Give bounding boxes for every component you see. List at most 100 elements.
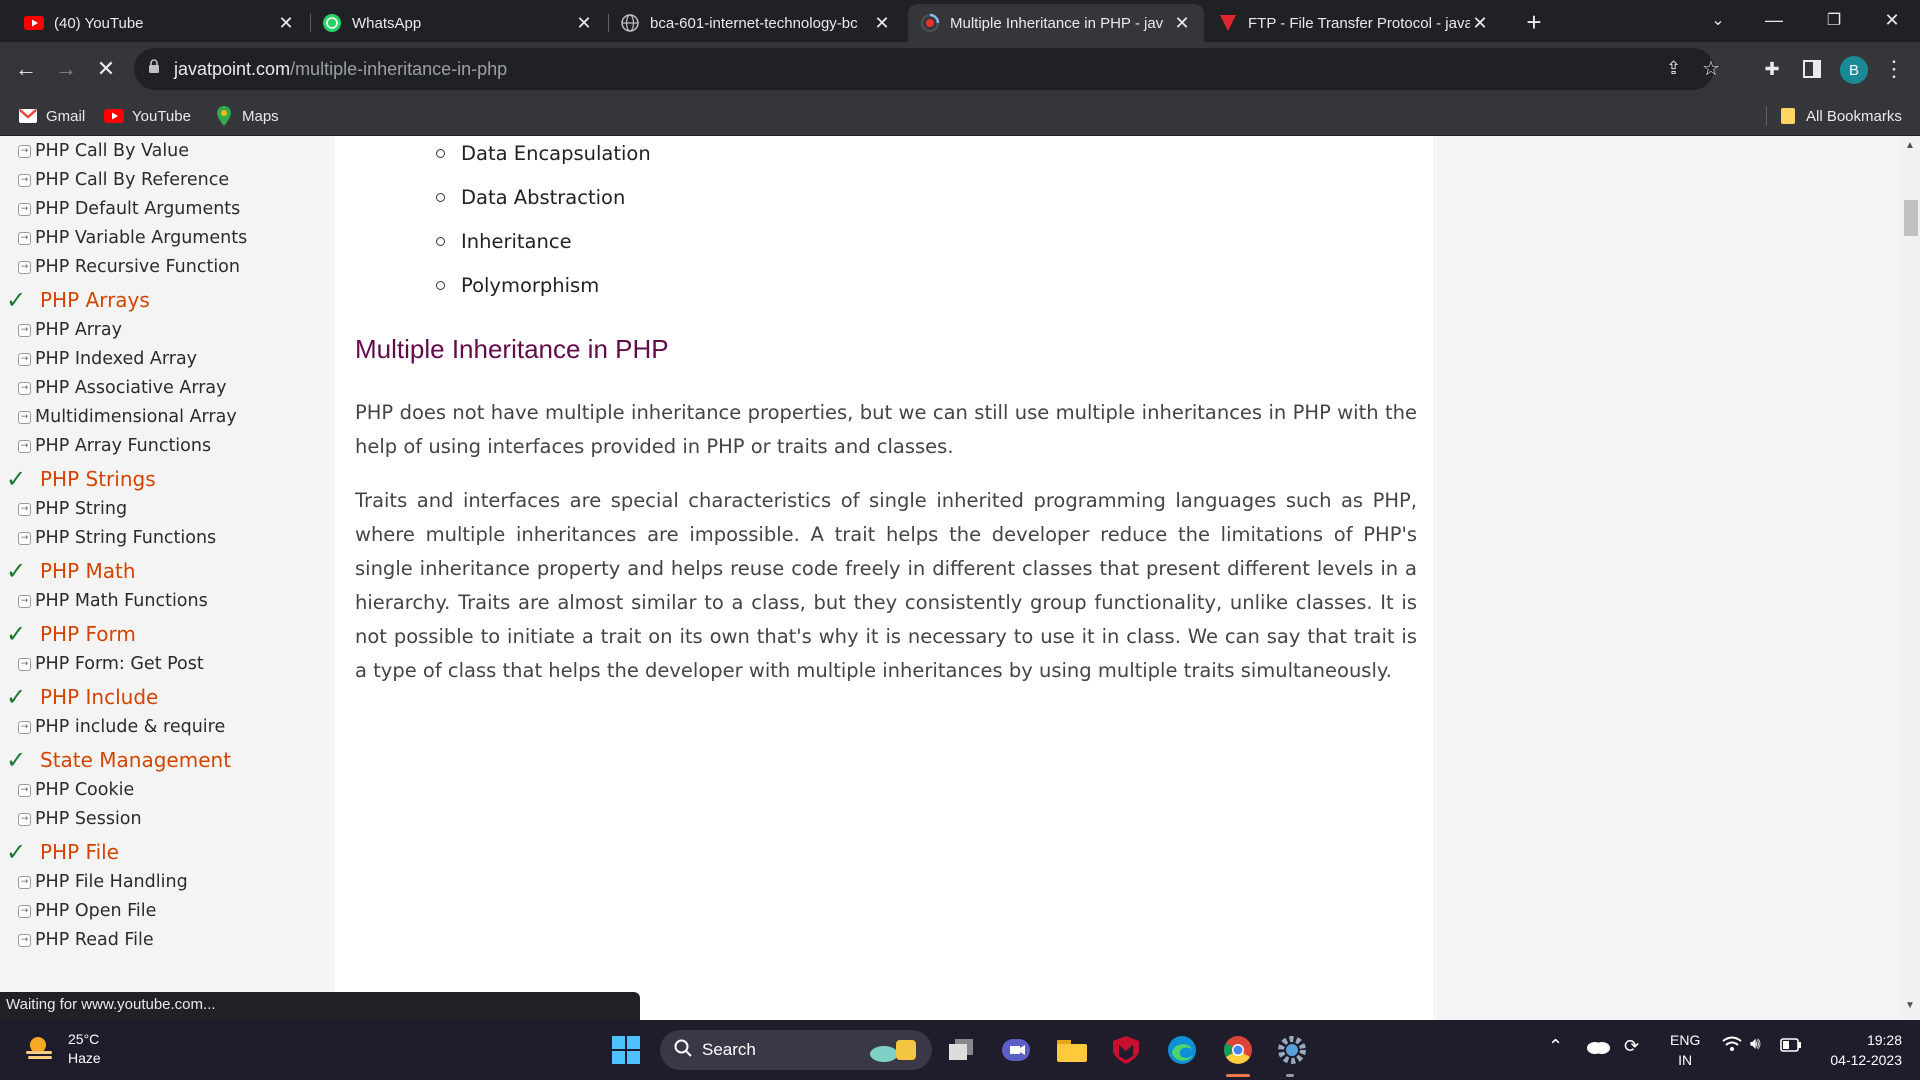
language-indicator[interactable]: ENG IN [1670, 1030, 1700, 1070]
battery-icon[interactable] [1780, 1038, 1802, 1055]
share-icon[interactable]: ⇪ [1666, 58, 1681, 79]
bookmark-maps[interactable]: Maps [214, 104, 279, 128]
forward-button[interactable]: → [48, 51, 84, 87]
weather-widget[interactable]: 25°C Haze [22, 1030, 101, 1068]
scrollbar-thumb[interactable] [1904, 200, 1918, 236]
edge-icon[interactable] [1164, 1032, 1200, 1068]
close-tab-icon[interactable]: ✕ [1172, 13, 1192, 34]
sidebar-item[interactable]: → PHP Cookie [18, 777, 134, 803]
close-tab-icon[interactable]: ✕ [574, 13, 594, 34]
sidebar-item[interactable]: → PHP String Functions [18, 525, 216, 551]
sidebar-section-heading[interactable]: ✓ PHP Math [6, 556, 136, 586]
mcafee-icon[interactable] [1108, 1032, 1144, 1068]
sidebar-section-heading[interactable]: ✓ PHP Arrays [6, 285, 150, 315]
back-button[interactable]: ← [8, 51, 44, 87]
profile-avatar[interactable]: B [1840, 56, 1868, 84]
maps-pin-icon [214, 106, 234, 126]
side-panel-icon[interactable] [1794, 51, 1830, 87]
scroll-down-arrow[interactable]: ▼ [1904, 1000, 1916, 1011]
all-bookmarks-label: All Bookmarks [1806, 107, 1902, 125]
bookmark-label: Maps [242, 107, 279, 125]
sidebar-item[interactable]: → PHP Default Arguments [18, 196, 240, 222]
arrow-bullet-icon: → [18, 202, 31, 216]
sidebar-section-heading[interactable]: ✓ State Management [6, 745, 231, 775]
sidebar-section-heading[interactable]: ✓ PHP File [6, 837, 119, 867]
volume-icon[interactable]: 🔊︎ [1750, 1034, 1761, 1054]
sidebar-heading-label: State Management [40, 748, 232, 772]
stop-loading-button[interactable]: ✕ [88, 51, 124, 87]
sidebar-item[interactable]: → PHP Array [18, 317, 122, 343]
sidebar-section-heading[interactable]: ✓ PHP Include [6, 682, 158, 712]
minimize-button[interactable]: — [1746, 0, 1802, 40]
extensions-icon[interactable]: ✚ [1754, 51, 1790, 87]
sidebar-item[interactable]: → PHP Math Functions [18, 588, 208, 614]
gmail-icon [18, 106, 38, 126]
sidebar-item[interactable]: → PHP Array Functions [18, 433, 211, 459]
sidebar-item[interactable]: → PHP Session [18, 806, 142, 832]
sidebar-item[interactable]: → PHP Read File [18, 927, 154, 953]
menu-kebab-icon[interactable]: ⋮ [1876, 51, 1912, 87]
sidebar-item-label: PHP String Functions [35, 528, 217, 548]
bookmark-star-icon[interactable]: ☆ [1702, 56, 1720, 81]
list-item: Polymorphism [436, 274, 599, 297]
close-tab-icon[interactable]: ✕ [872, 13, 892, 34]
wifi-icon[interactable] [1722, 1036, 1742, 1055]
address-bar[interactable]: javatpoint.com/multiple-inheritance-in-p… [134, 48, 1720, 90]
teams-chat-icon[interactable] [998, 1032, 1034, 1068]
sidebar-item[interactable]: → PHP File Handling [18, 869, 188, 895]
sidebar-item[interactable]: → PHP Associative Array [18, 375, 227, 401]
bookmarks-divider [1766, 106, 1767, 126]
new-tab-button[interactable]: + [1520, 8, 1548, 36]
arrow-bullet-icon: → [18, 231, 31, 245]
sidebar-item-label: PHP File Handling [35, 872, 188, 892]
system-clock[interactable]: 19:28 04-12-2023 [1820, 1030, 1902, 1070]
sidebar-item[interactable]: → Multidimensional Array [18, 404, 237, 430]
tab-whatsapp[interactable]: WhatsApp ✕ [310, 4, 606, 42]
onedrive-cloud-icon[interactable] [1586, 1038, 1610, 1057]
bookmark-youtube[interactable]: YouTube [104, 104, 191, 128]
close-tab-icon[interactable]: ✕ [276, 13, 296, 34]
search-label: Search [702, 1040, 756, 1059]
tab-multiple-inheritance[interactable]: Multiple Inheritance in PHP - jav ✕ [908, 4, 1204, 42]
lock-icon[interactable] [148, 59, 160, 79]
globe-icon [620, 13, 640, 33]
taskbar-search[interactable]: Search [660, 1030, 932, 1070]
settings-open-indicator [1286, 1074, 1294, 1077]
sidebar-section-heading[interactable]: ✓ PHP Strings [6, 464, 156, 494]
close-window-button[interactable]: ✕ [1864, 0, 1920, 40]
url-text: javatpoint.com/multiple-inheritance-in-p… [174, 58, 508, 79]
tab-ftp[interactable]: FTP - File Transfer Protocol - java ✕ [1206, 4, 1502, 42]
all-bookmarks-button[interactable]: All Bookmarks [1778, 104, 1902, 128]
chrome-icon[interactable] [1220, 1032, 1256, 1068]
sidebar-item[interactable]: → PHP include & require [18, 714, 225, 740]
scroll-up-arrow[interactable]: ▲ [1904, 140, 1916, 151]
file-explorer-icon[interactable] [1054, 1032, 1090, 1068]
sidebar-item[interactable]: → PHP Variable Arguments [18, 225, 247, 251]
paragraph-1: PHP does not have multiple inheritance p… [355, 401, 1417, 458]
tab-bca-601[interactable]: bca-601-internet-technology-bc ✕ [608, 4, 904, 42]
haze-sun-icon [26, 1037, 52, 1059]
restore-button[interactable]: ❐ [1806, 0, 1862, 40]
sidebar-item[interactable]: → PHP Indexed Array [18, 346, 197, 372]
sidebar-item-label: PHP Call By Reference [35, 170, 230, 190]
chevron-up-icon[interactable]: ⌃ [1548, 1036, 1563, 1057]
page-scrollbar[interactable]: ▲ ▼ [1900, 136, 1920, 1020]
sidebar-item[interactable]: → PHP Open File [18, 898, 156, 924]
sidebar-item[interactable]: → PHP String [18, 496, 127, 522]
sidebar-item[interactable]: → PHP Call By Reference [18, 167, 229, 193]
sidebar-item[interactable]: → PHP Form: Get Post [18, 651, 204, 677]
sidebar-section-heading[interactable]: ✓ PHP Form [6, 619, 136, 649]
sidebar-item[interactable]: → PHP Call By Value [18, 138, 189, 164]
sync-icon[interactable]: ⟳ [1624, 1036, 1639, 1057]
close-tab-icon[interactable]: ✕ [1470, 13, 1490, 34]
bookmark-gmail[interactable]: Gmail [18, 104, 85, 128]
task-view-icon[interactable] [944, 1032, 980, 1068]
tab-youtube[interactable]: (40) YouTube ✕ [12, 4, 308, 42]
chrome-active-indicator [1226, 1074, 1250, 1077]
settings-gear-icon[interactable] [1274, 1032, 1310, 1068]
tab-search-icon[interactable]: ⌄ [1690, 0, 1746, 40]
sidebar-item-label: PHP Call By Value [35, 141, 190, 161]
sidebar-item[interactable]: → PHP Recursive Function [18, 254, 240, 280]
windows-start-icon[interactable] [608, 1032, 644, 1068]
checkmark-icon: ✓ [6, 620, 27, 648]
